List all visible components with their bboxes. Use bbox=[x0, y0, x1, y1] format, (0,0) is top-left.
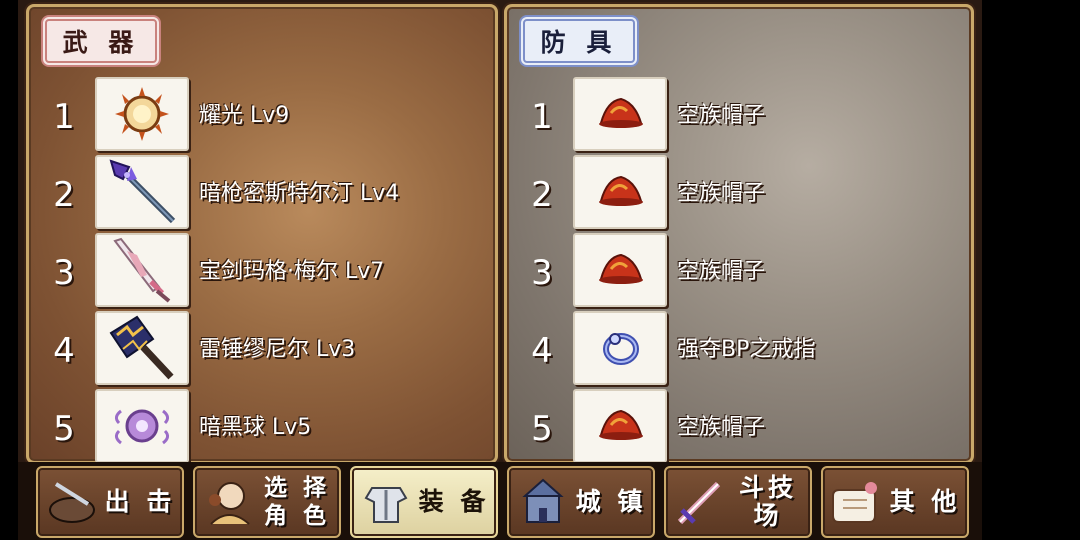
weapon-name: 耀光 Lv9 bbox=[199, 103, 290, 128]
slot-number: 3 bbox=[531, 253, 553, 293]
slot-number: 2 bbox=[53, 175, 75, 215]
slot-number: 1 bbox=[53, 97, 75, 137]
equip-label: 装 备 bbox=[418, 487, 490, 516]
game-screen: 武 器 1 耀光 Lv9 2 暗枪密斯特尔汀 Lv4 3 宝剑玛格·梅尔 Lv7… bbox=[18, 0, 982, 540]
arena-label: 斗技场 bbox=[738, 473, 797, 530]
town-label: 城 镇 bbox=[575, 487, 647, 516]
weapon-slot-5[interactable]: 5 暗黑球 Lv5 bbox=[29, 389, 495, 463]
armor-tab-label: 防 具 bbox=[523, 19, 635, 63]
weapon-name: 暗枪密斯特尔汀 Lv4 bbox=[199, 181, 400, 206]
sky-hat-icon bbox=[573, 389, 667, 463]
character-icon bbox=[209, 482, 250, 525]
armor-slot-2[interactable]: 2 空族帽子 bbox=[507, 155, 971, 229]
slot-number: 4 bbox=[531, 331, 553, 371]
weapon-slot-4[interactable]: 4 雷锤缪尼尔 Lv3 bbox=[29, 311, 495, 385]
slot-number: 1 bbox=[531, 97, 553, 137]
ring-icon bbox=[573, 311, 667, 385]
scroll-icon bbox=[832, 482, 877, 523]
airship-icon bbox=[49, 482, 95, 523]
slot-number: 3 bbox=[53, 253, 75, 293]
armor-name: 空族帽子 bbox=[677, 415, 766, 440]
armor-panel: 防 具 1 空族帽子 2 空族帽子 3 空族帽子 4 强夺BP之戒指 5 空族帽… bbox=[504, 4, 974, 464]
weapon-slot-1[interactable]: 1 耀光 Lv9 bbox=[29, 77, 495, 151]
sortie-button[interactable]: 出 击 bbox=[36, 466, 184, 538]
armor-slot-3[interactable]: 3 空族帽子 bbox=[507, 233, 971, 307]
sword-icon bbox=[677, 481, 721, 525]
weapon-name: 宝剑玛格·梅尔 Lv7 bbox=[199, 259, 385, 284]
select-character-line2: 角 色 bbox=[263, 503, 330, 529]
sun-orb-icon bbox=[95, 77, 189, 151]
dark-orb-icon bbox=[95, 389, 189, 463]
sky-hat-icon bbox=[573, 233, 667, 307]
other-label: 其 他 bbox=[889, 487, 961, 516]
slot-number: 2 bbox=[531, 175, 553, 215]
sky-hat-icon bbox=[573, 77, 667, 151]
select-character-label: 选 择 角 色 bbox=[257, 468, 337, 536]
weapon-tab-label: 武 器 bbox=[45, 19, 157, 63]
armor-slot-1[interactable]: 1 空族帽子 bbox=[507, 77, 971, 151]
sky-hat-icon bbox=[573, 155, 667, 229]
weapon-slot-3[interactable]: 3 宝剑玛格·梅尔 Lv7 bbox=[29, 233, 495, 307]
armor-name: 空族帽子 bbox=[677, 259, 766, 284]
castle-icon bbox=[522, 478, 564, 523]
weapon-slot-2[interactable]: 2 暗枪密斯特尔汀 Lv4 bbox=[29, 155, 495, 229]
select-character-button[interactable]: 选 择 角 色 bbox=[193, 466, 341, 538]
equip-button[interactable]: 装 备 bbox=[350, 466, 498, 538]
select-character-line1: 选 择 bbox=[263, 475, 330, 501]
armor-slot-5[interactable]: 5 空族帽子 bbox=[507, 389, 971, 463]
weapon-panel: 武 器 1 耀光 Lv9 2 暗枪密斯特尔汀 Lv4 3 宝剑玛格·梅尔 Lv7… bbox=[26, 4, 498, 464]
bottom-menu: 出 击 选 择 角 色 装 备 城 镇 斗技场 其 他 bbox=[18, 462, 982, 540]
slot-number: 5 bbox=[53, 409, 75, 449]
sortie-label: 出 击 bbox=[104, 487, 176, 516]
other-button[interactable]: 其 他 bbox=[821, 466, 969, 538]
town-button[interactable]: 城 镇 bbox=[507, 466, 655, 538]
armor-icon bbox=[364, 487, 408, 523]
thunder-hammer-icon bbox=[95, 311, 189, 385]
armor-name: 空族帽子 bbox=[677, 103, 766, 128]
slot-number: 5 bbox=[531, 409, 553, 449]
arena-button[interactable]: 斗技场 bbox=[664, 466, 812, 538]
armor-name: 空族帽子 bbox=[677, 181, 766, 206]
slot-number: 4 bbox=[53, 331, 75, 371]
weapon-name: 雷锤缪尼尔 Lv3 bbox=[199, 337, 356, 362]
weapon-name: 暗黑球 Lv5 bbox=[199, 415, 312, 440]
dark-spear-icon bbox=[95, 155, 189, 229]
armor-name: 强夺BP之戒指 bbox=[677, 337, 816, 362]
sword-icon bbox=[95, 233, 189, 307]
armor-slot-4[interactable]: 4 强夺BP之戒指 bbox=[507, 311, 971, 385]
